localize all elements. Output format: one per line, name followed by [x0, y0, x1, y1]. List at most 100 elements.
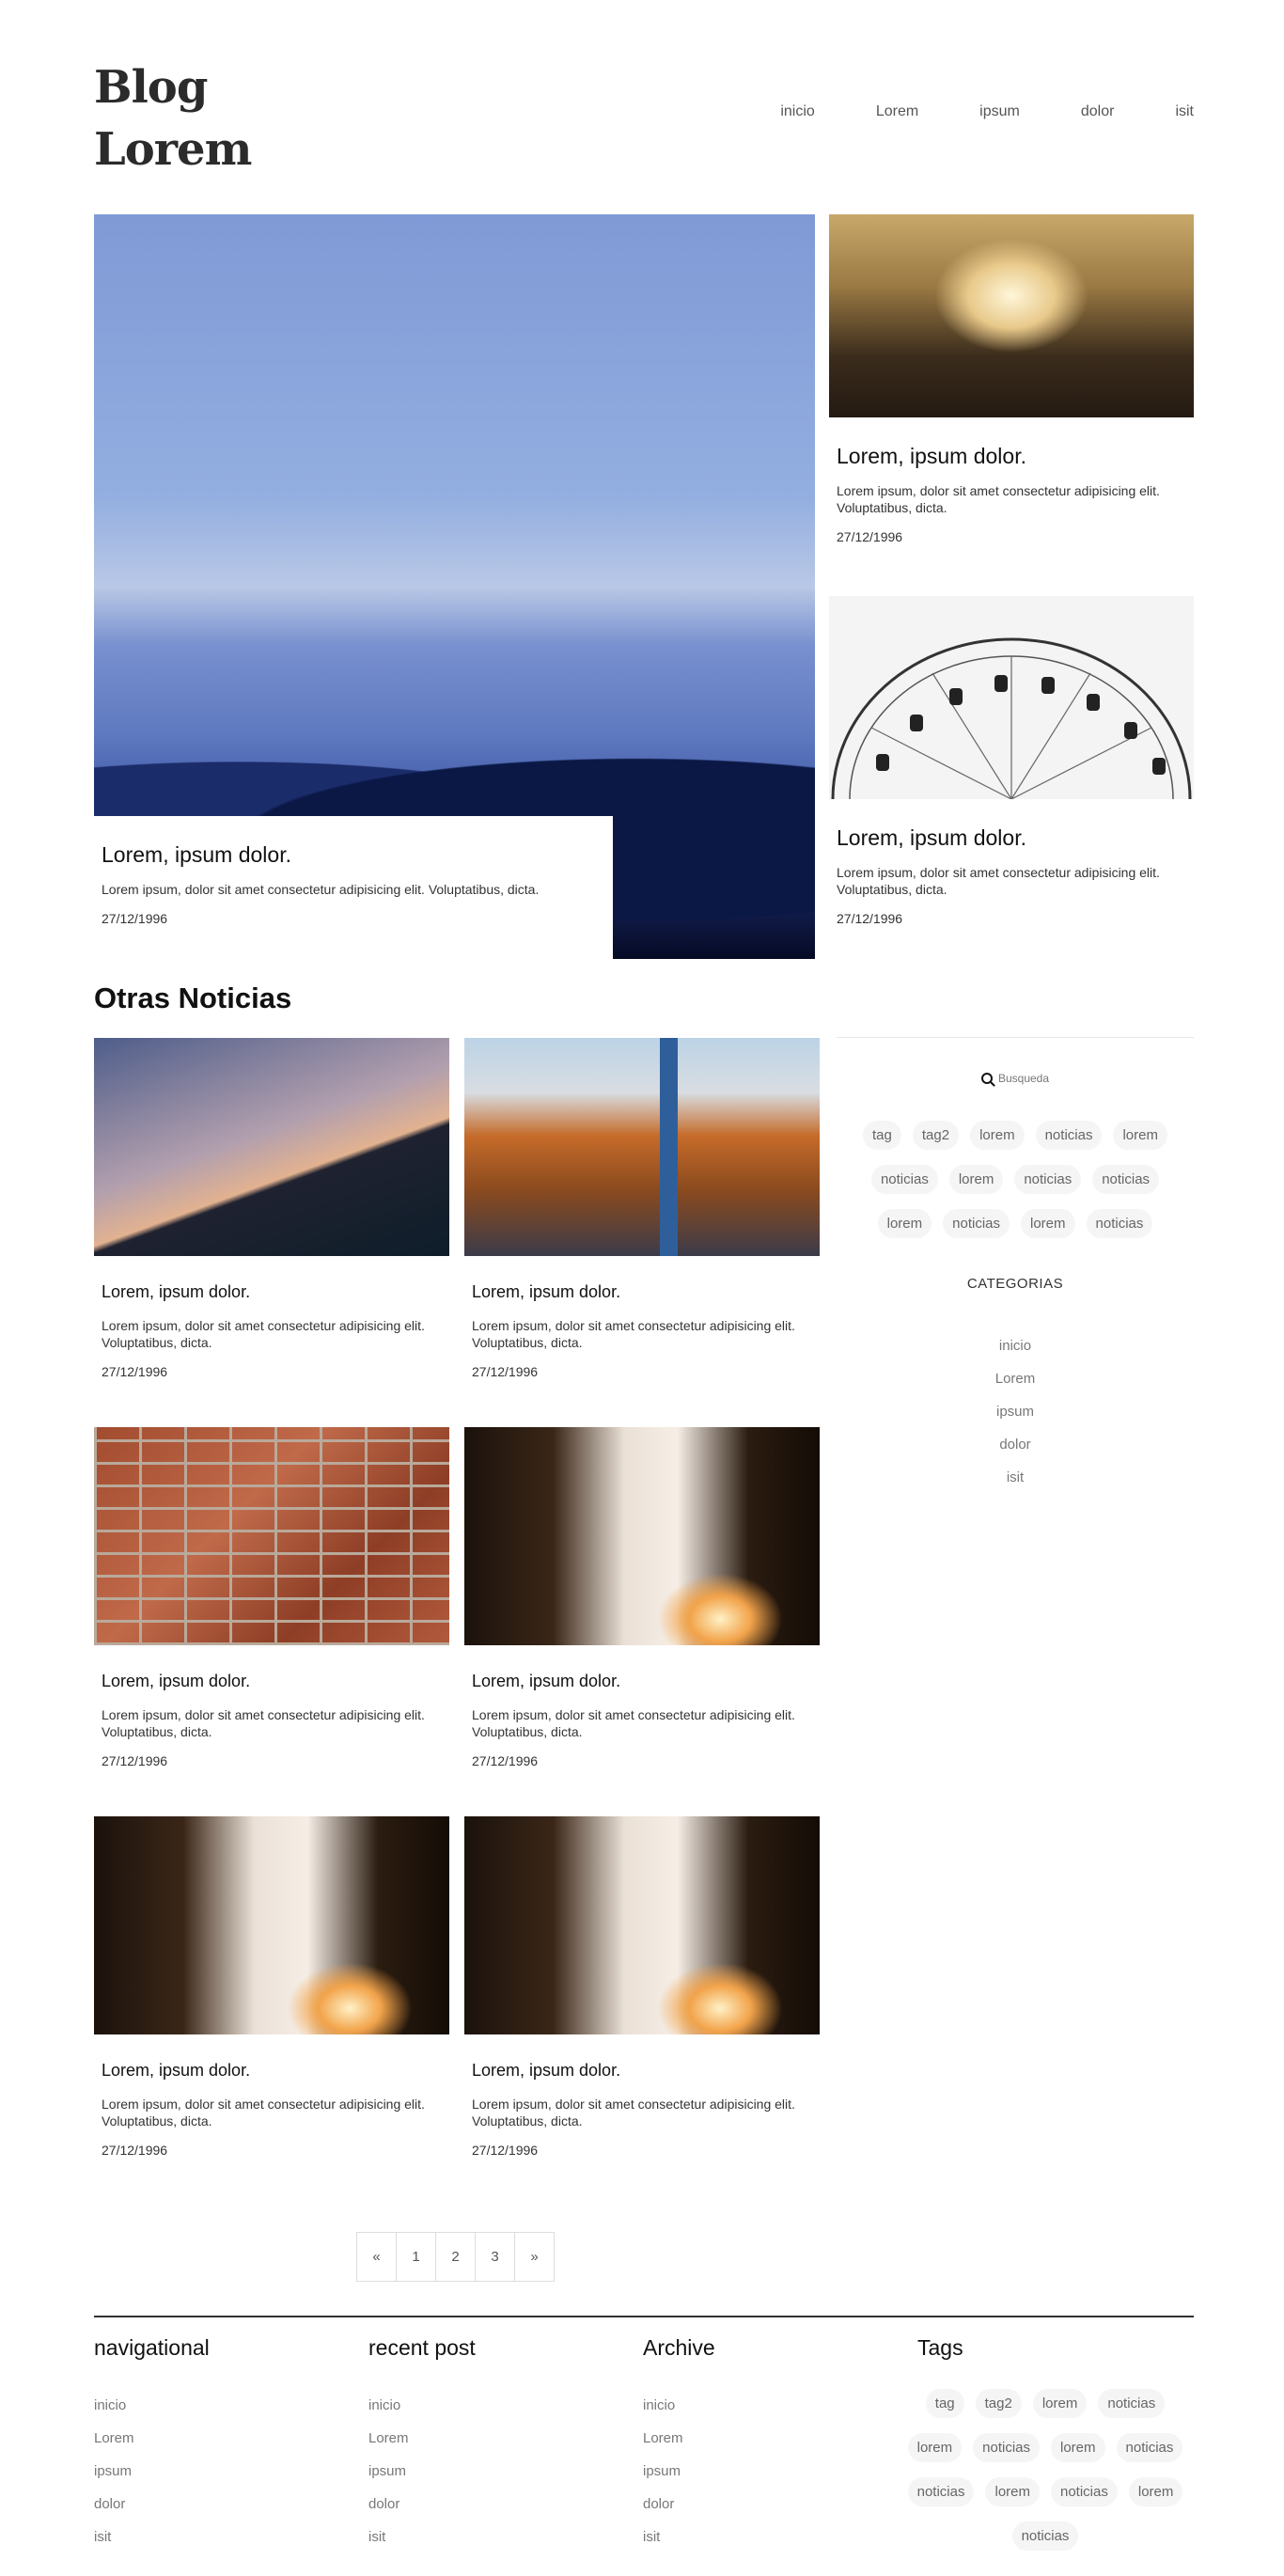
tag-chip[interactable]: tag2 — [975, 2389, 1022, 2418]
news-card[interactable]: Lorem, ipsum dolor. Lorem ipsum, dolor s… — [94, 1816, 449, 2158]
tag-chip[interactable]: noticias — [1116, 2433, 1183, 2462]
footer-link[interactable]: isit — [643, 2521, 715, 2553]
nav-link-ipsum[interactable]: ipsum — [979, 103, 1020, 120]
tag-chip[interactable]: lorem — [1032, 2389, 1088, 2418]
tag-chip[interactable]: noticias — [1086, 1209, 1153, 1238]
news-card-image[interactable] — [94, 1038, 449, 1256]
tag-chip[interactable]: tag2 — [912, 1121, 960, 1150]
side-card-text: Lorem ipsum, dolor sit amet consectetur … — [837, 483, 1160, 515]
side-card-image[interactable] — [829, 214, 1194, 417]
categories-heading: CATEGORIAS — [966, 1276, 1064, 1292]
category-link[interactable]: inicio — [837, 1329, 1194, 1362]
side-card-title[interactable]: Lorem, ipsum dolor. — [837, 825, 1186, 851]
pagination-page-3[interactable]: 3 — [475, 2232, 515, 2282]
news-card-title[interactable]: Lorem, ipsum dolor. — [472, 1282, 812, 1302]
footer-link[interactable]: isit — [94, 2521, 210, 2553]
tag-chip[interactable]: lorem — [948, 1165, 1004, 1194]
featured-main-caption: Lorem, ipsum dolor. Lorem ipsum, dolor s… — [94, 816, 613, 959]
ferris-wheel-illustration — [831, 637, 1192, 799]
footer-link[interactable]: Lorem — [643, 2422, 715, 2455]
footer-link[interactable]: ipsum — [94, 2455, 210, 2488]
tag-chip[interactable]: noticias — [1035, 1121, 1103, 1150]
tag-chip[interactable]: noticias — [1011, 2521, 1079, 2551]
logo-line2: Lorem — [94, 123, 252, 176]
footer-col-tags: Tags tag tag2 lorem noticias lorem notic… — [907, 2335, 1186, 2551]
nav-link-inicio[interactable]: inicio — [780, 103, 814, 120]
tag-chip[interactable]: tag — [863, 1121, 901, 1150]
footer-link[interactable]: inicio — [368, 2389, 476, 2422]
nav-link-lorem[interactable]: Lorem — [876, 103, 918, 120]
footer-link[interactable]: dolor — [643, 2488, 715, 2521]
tag-chip[interactable]: noticias — [1051, 2477, 1118, 2506]
pagination-page-2[interactable]: 2 — [435, 2232, 476, 2282]
category-link[interactable]: dolor — [837, 1428, 1194, 1461]
news-card-image[interactable] — [464, 1816, 820, 2034]
nav-link-dolor[interactable]: dolor — [1081, 103, 1115, 120]
news-card-text: Lorem ipsum, dolor sit amet consectetur … — [472, 2097, 795, 2128]
footer-col-title: Tags — [917, 2335, 963, 2360]
tag-chip[interactable]: noticias — [973, 2433, 1040, 2462]
footer-link[interactable]: dolor — [368, 2488, 476, 2521]
tag-cloud: tag tag2 lorem noticias lorem noticias l… — [837, 1121, 1194, 1238]
news-card-image[interactable] — [94, 1427, 449, 1645]
search-bar[interactable]: Busqueda — [837, 1072, 1194, 1085]
news-card[interactable]: Lorem, ipsum dolor. Lorem ipsum, dolor s… — [94, 1038, 449, 1379]
pagination-page-1[interactable]: 1 — [396, 2232, 436, 2282]
category-link[interactable]: Lorem — [837, 1362, 1194, 1395]
sidebar-divider — [837, 1037, 1194, 1038]
tag-chip[interactable]: noticias — [870, 1165, 938, 1194]
tag-chip[interactable]: lorem — [907, 2433, 963, 2462]
footer-link[interactable]: dolor — [94, 2488, 210, 2521]
nav-link-isit[interactable]: isit — [1175, 103, 1194, 120]
news-card-title[interactable]: Lorem, ipsum dolor. — [472, 2061, 812, 2081]
footer-link[interactable]: inicio — [643, 2389, 715, 2422]
news-card[interactable]: Lorem, ipsum dolor. Lorem ipsum, dolor s… — [464, 1427, 820, 1768]
news-card-title[interactable]: Lorem, ipsum dolor. — [102, 1282, 442, 1302]
featured-main-title[interactable]: Lorem, ipsum dolor. — [102, 842, 605, 868]
news-card-image[interactable] — [464, 1427, 820, 1645]
news-card-image[interactable] — [464, 1038, 820, 1256]
footer-link[interactable]: isit — [368, 2521, 476, 2553]
tag-chip[interactable]: noticias — [907, 2477, 975, 2506]
news-card-text: Lorem ipsum, dolor sit amet consectetur … — [472, 1318, 795, 1350]
footer-link[interactable]: ipsum — [643, 2455, 715, 2488]
tag-chip[interactable]: tag — [925, 2389, 964, 2418]
section-title-otras-noticias: Otras Noticias — [94, 982, 292, 1014]
news-card-date: 27/12/1996 — [102, 1753, 168, 1768]
tag-chip[interactable]: noticias — [1092, 1165, 1160, 1194]
tag-chip[interactable]: noticias — [943, 1209, 1010, 1238]
side-card-image[interactable] — [829, 596, 1194, 799]
category-link[interactable]: ipsum — [837, 1395, 1194, 1428]
pagination-next[interactable]: » — [514, 2232, 555, 2282]
tag-chip[interactable]: lorem — [970, 1121, 1025, 1150]
footer-link[interactable]: Lorem — [368, 2422, 476, 2455]
tag-chip[interactable]: lorem — [1113, 1121, 1167, 1150]
featured-side-card[interactable]: Lorem, ipsum dolor. Lorem ipsum, dolor s… — [829, 596, 1194, 926]
news-card[interactable]: Lorem, ipsum dolor. Lorem ipsum, dolor s… — [94, 1427, 449, 1768]
footer-link[interactable]: ipsum — [368, 2455, 476, 2488]
tag-chip[interactable]: lorem — [877, 1209, 932, 1238]
news-card-title[interactable]: Lorem, ipsum dolor. — [102, 1672, 442, 1691]
news-card[interactable]: Lorem, ipsum dolor. Lorem ipsum, dolor s… — [464, 1038, 820, 1379]
search-icon[interactable] — [980, 1073, 993, 1084]
footer-col-archive: Archive inicio Lorem ipsum dolor isit — [643, 2335, 715, 2553]
tag-chip[interactable]: lorem — [1051, 2433, 1105, 2462]
footer-link[interactable]: inicio — [94, 2389, 210, 2422]
featured-side-card[interactable]: Lorem, ipsum dolor. Lorem ipsum, dolor s… — [829, 214, 1194, 544]
pagination-prev[interactable]: « — [356, 2232, 397, 2282]
side-card-title[interactable]: Lorem, ipsum dolor. — [837, 444, 1186, 469]
news-card-title[interactable]: Lorem, ipsum dolor. — [102, 2061, 442, 2081]
news-card-text: Lorem ipsum, dolor sit amet consectetur … — [472, 1707, 795, 1739]
tag-chip[interactable]: lorem — [1128, 2477, 1183, 2506]
category-link[interactable]: isit — [837, 1461, 1194, 1494]
tag-chip[interactable]: lorem — [1021, 1209, 1075, 1238]
news-card-image[interactable] — [94, 1816, 449, 2034]
tag-chip[interactable]: noticias — [1098, 2389, 1166, 2418]
news-card-title[interactable]: Lorem, ipsum dolor. — [472, 1672, 812, 1691]
search-input[interactable]: Busqueda — [998, 1072, 1049, 1085]
footer-link[interactable]: Lorem — [94, 2422, 210, 2455]
tag-chip[interactable]: noticias — [1014, 1165, 1082, 1194]
news-card[interactable]: Lorem, ipsum dolor. Lorem ipsum, dolor s… — [464, 1816, 820, 2158]
news-card-text: Lorem ipsum, dolor sit amet consectetur … — [102, 1707, 425, 1739]
tag-chip[interactable]: lorem — [985, 2477, 1040, 2506]
